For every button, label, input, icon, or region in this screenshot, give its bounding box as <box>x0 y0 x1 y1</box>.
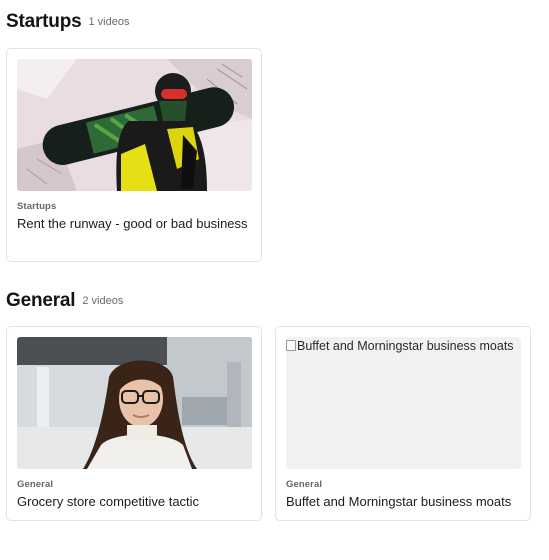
broken-image-icon <box>286 340 296 351</box>
section-header-general: General 2 videos <box>6 290 123 312</box>
video-thumbnail-snowboarder[interactable] <box>17 59 252 191</box>
video-category: General <box>286 479 323 490</box>
video-count: 2 videos <box>82 295 124 307</box>
video-category: General <box>17 479 54 490</box>
image-alt-text: Buffet and Morningstar business moats <box>286 337 521 356</box>
video-thumbnail-broken[interactable]: Buffet and Morningstar business moats <box>286 337 521 469</box>
section-header-startups: Startups 1 videos <box>6 11 129 33</box>
section-title: General <box>6 290 76 311</box>
video-card[interactable]: Buffet and Morningstar business moats Ge… <box>275 326 531 521</box>
section-title: Startups <box>6 11 82 32</box>
video-card[interactable]: Startups Rent the runway - good or bad b… <box>6 48 262 262</box>
video-thumbnail-woman-glasses[interactable] <box>17 337 252 469</box>
video-category: Startups <box>17 201 57 212</box>
video-card[interactable]: General Grocery store competitive tactic <box>6 326 262 521</box>
image-alt-label: Buffet and Morningstar business moats <box>297 339 514 353</box>
video-title[interactable]: Rent the runway - good or bad business <box>17 215 252 233</box>
video-title[interactable]: Grocery store competitive tactic <box>17 493 252 511</box>
video-title[interactable]: Buffet and Morningstar business moats <box>286 493 521 511</box>
video-count: 1 videos <box>88 16 130 28</box>
